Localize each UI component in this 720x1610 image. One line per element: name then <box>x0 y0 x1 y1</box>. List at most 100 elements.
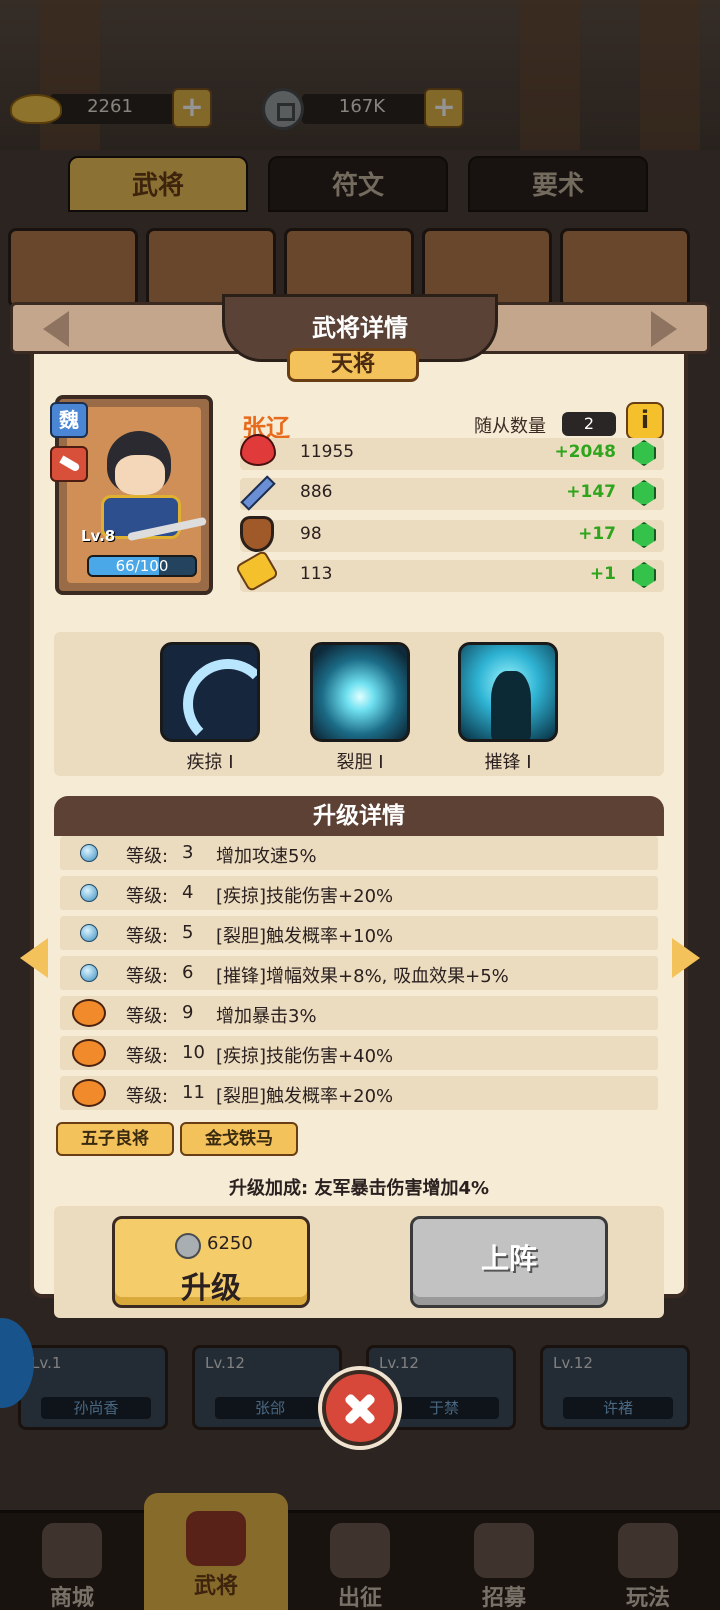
hero-card-level: Lv.1 <box>31 1354 62 1372</box>
upgrade-level-label: 等级: <box>126 1086 169 1107</box>
hero-card-level: Lv.12 <box>553 1354 593 1372</box>
hero-card[interactable] <box>8 228 138 308</box>
stat-row-defense: 98 +17 <box>240 516 664 552</box>
followers-count: 2 <box>562 412 616 436</box>
nav-label: 武将 <box>193 1574 238 1599</box>
battle-icon <box>330 1523 390 1578</box>
nav-gameplay[interactable]: 玩法 <box>576 1513 720 1610</box>
nav-shop[interactable]: 商城 <box>0 1513 144 1610</box>
helmet-icon <box>186 1511 246 1566</box>
hero-card-name: 孙尚香 <box>41 1397 151 1419</box>
previous-hero-arrow-icon[interactable] <box>20 938 48 978</box>
upgrade-level: 5 <box>182 922 194 943</box>
add-gold-button[interactable]: + <box>172 88 212 128</box>
pillar-decoration <box>640 0 700 150</box>
boot-icon <box>234 549 280 596</box>
stat-bonus: +17 <box>578 524 616 544</box>
hero-card-name: 于禁 <box>389 1397 499 1419</box>
trait-tag[interactable]: 五子良将 <box>56 1122 174 1156</box>
stat-bonus: +2048 <box>554 442 616 462</box>
orb-icon <box>80 924 98 942</box>
hero-card-level: Lv.12 <box>205 1354 245 1372</box>
hero-card[interactable] <box>560 228 690 308</box>
scroll-icon <box>474 1523 534 1578</box>
nav-recruit[interactable]: 招募 <box>432 1513 576 1610</box>
skill-item[interactable]: 摧锋 I <box>456 642 560 774</box>
skills-panel: 疾掠 I 裂胆 I 摧锋 I <box>54 632 664 776</box>
nav-label: 商城 <box>49 1586 94 1610</box>
pig-icon <box>72 999 106 1027</box>
upgrade-arrow-icon <box>632 440 656 466</box>
stat-value: 113 <box>300 564 333 584</box>
skill-name: 裂胆 I <box>336 752 384 773</box>
deploy-button[interactable]: 上阵 <box>410 1216 608 1308</box>
stat-row-speed: 113 +1 <box>234 549 664 593</box>
upgrade-cost: 6250 <box>207 1233 253 1254</box>
skill-item[interactable]: 裂胆 I <box>308 642 412 774</box>
hero-face <box>115 455 165 495</box>
nav-label: 玩法 <box>625 1586 670 1610</box>
upgrade-row: 等级: 5 [裂胆]触发概率+10% <box>60 916 658 950</box>
nav-generals[interactable]: 武将 <box>144 1493 288 1610</box>
upgrade-details-list[interactable]: 等级: 3 增加攻速5% 等级: 4 [疾掠]技能伤害+20% 等级: 5 [裂… <box>54 836 664 1110</box>
stat-bonus: +147 <box>566 482 616 502</box>
gold-ingot-icon <box>10 88 62 128</box>
next-hero-arrow-icon[interactable] <box>672 938 700 978</box>
followers-label: 随从数量 <box>474 416 546 437</box>
close-icon[interactable] <box>322 1370 398 1446</box>
upgrade-level-label: 等级: <box>126 886 169 907</box>
upgrade-details-header: 升级详情 <box>54 796 664 836</box>
pig-icon <box>72 1079 106 1107</box>
tab-runes[interactable]: 符文 <box>268 156 448 212</box>
orb-icon <box>80 844 98 862</box>
blade-icon <box>50 446 88 482</box>
upgrade-level: 4 <box>182 882 194 903</box>
info-button[interactable]: i <box>626 402 664 440</box>
hero-card[interactable]: Lv.1 孙尚香 <box>18 1345 168 1430</box>
orb-icon <box>80 884 98 902</box>
pig-icon <box>72 1039 106 1067</box>
upgrade-level: 10 <box>182 1042 205 1063</box>
nav-battle[interactable]: 出征 <box>288 1513 432 1610</box>
pavilion-icon <box>618 1523 678 1578</box>
hero-card[interactable]: Lv.12 张郃 <box>192 1345 342 1430</box>
skill-item[interactable]: 疾掠 I <box>158 642 262 774</box>
upgrade-row: 等级: 3 增加攻速5% <box>60 836 658 870</box>
skill-name: 疾掠 I <box>186 752 234 773</box>
tab-generals[interactable]: 武将 <box>68 156 248 212</box>
add-coins-button[interactable]: + <box>424 88 464 128</box>
faction-badge: 魏 <box>50 402 88 438</box>
hero-level: Lv.8 <box>81 527 116 545</box>
top-tabs: 武将 符文 要术 <box>0 156 720 212</box>
nav-label: 招募 <box>481 1586 526 1610</box>
hero-card-name: 张郃 <box>215 1397 325 1419</box>
tab-tactics[interactable]: 要术 <box>468 156 648 212</box>
orb-icon <box>80 964 98 982</box>
upgrade-row: 等级: 4 [疾掠]技能伤害+20% <box>60 876 658 910</box>
sword-icon <box>240 474 280 514</box>
upgrade-bonus-text: 升级加成: 友军暴击伤害增加4% <box>228 1178 490 1199</box>
hero-card-level: Lv.12 <box>379 1354 419 1372</box>
trait-tag[interactable]: 金戈铁马 <box>180 1122 298 1156</box>
upgrade-effect: [摧锋]增幅效果+8%, 吸血效果+5% <box>216 966 509 987</box>
upgrade-effect: 增加暴击3% <box>216 1006 317 1027</box>
nav-label: 出征 <box>337 1586 382 1610</box>
upgrade-effect: 增加攻速5% <box>216 846 317 867</box>
upgrade-button-label: 升级 <box>181 1271 241 1306</box>
stat-row-attack: 886 +147 <box>240 475 664 511</box>
banner-left-decoration <box>43 311 69 347</box>
stat-value: 98 <box>300 524 322 544</box>
heart-icon <box>240 434 280 474</box>
warrior-skill-icon <box>458 642 558 742</box>
upgrade-row: 等级: 9 增加暴击3% <box>60 996 658 1030</box>
shield-icon <box>240 516 280 556</box>
hero-card[interactable]: Lv.12 许褚 <box>540 1345 690 1430</box>
lightning-skill-icon <box>310 642 410 742</box>
hero-card-name: 许褚 <box>563 1397 673 1419</box>
gold-amount: 2261 <box>87 96 133 117</box>
upgrade-arrow-icon <box>632 480 656 506</box>
upgrade-button[interactable]: 6250 升级 <box>112 1216 310 1308</box>
upgrade-level-label: 等级: <box>126 966 169 987</box>
upgrade-level: 11 <box>182 1082 205 1103</box>
upgrade-effect: [裂胆]触发概率+20% <box>216 1086 394 1107</box>
